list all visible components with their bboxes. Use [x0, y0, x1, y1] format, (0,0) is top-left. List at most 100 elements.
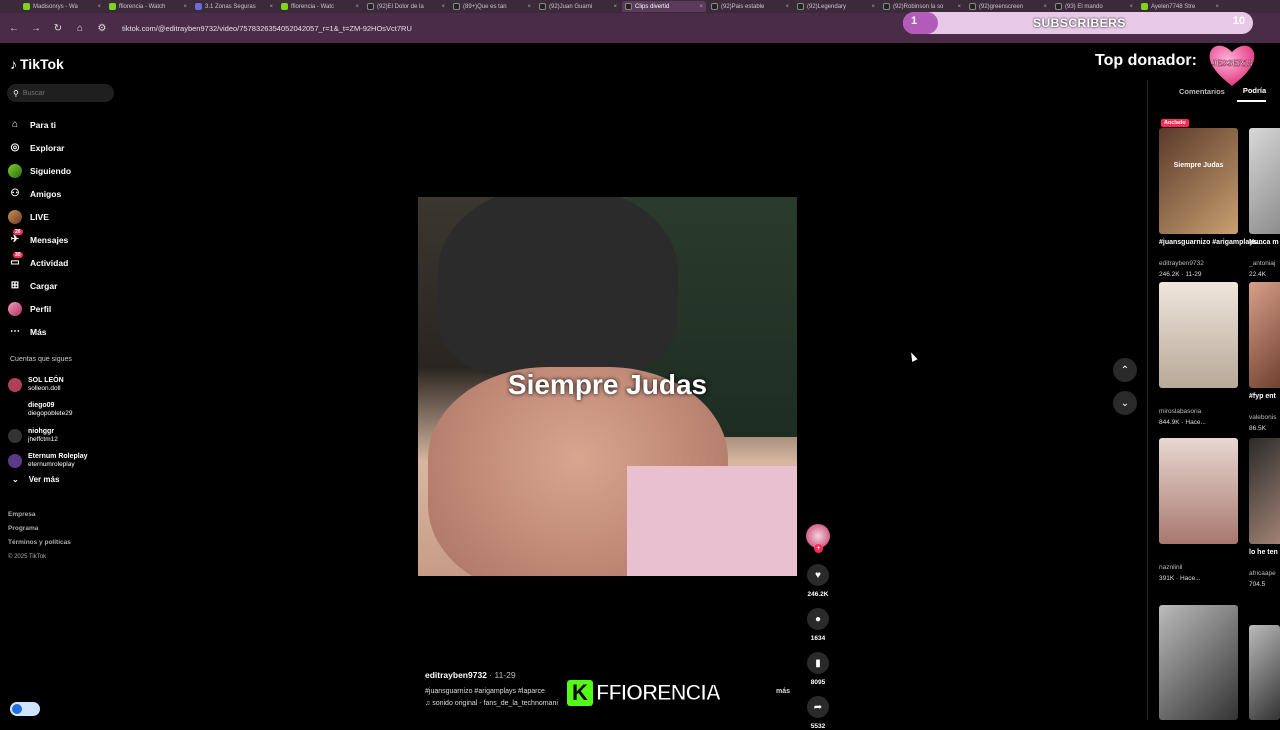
close-tab-icon[interactable]: × — [183, 4, 187, 10]
close-tab-icon[interactable]: × — [97, 4, 101, 10]
tiktok-favicon-icon — [711, 3, 718, 10]
browser-tab-label: (93) El mando — [1065, 3, 1103, 10]
nav-item-explorar[interactable]: ◎ Explorar — [8, 136, 118, 159]
recommendation-caption[interactable]: #fyp ent — [1249, 391, 1280, 402]
nav-item-label: Perfil — [30, 303, 52, 314]
recommendation-caption[interactable]: Nunca m aprende — [1249, 237, 1280, 248]
close-tab-icon[interactable]: × — [785, 4, 789, 10]
close-tab-icon[interactable]: × — [1043, 4, 1047, 10]
browser-tab[interactable]: (92)Robinson la so × — [880, 1, 964, 12]
following-item[interactable]: SOL LEÓN solleon.doll — [8, 372, 118, 398]
recommendation-user[interactable]: africaape — [1249, 570, 1280, 577]
url-text[interactable]: tiktok.com/@editrayben9732/video/7578326… — [122, 24, 412, 33]
browser-tab-label: Ayelen7748 Stre — [1151, 3, 1196, 10]
more-button[interactable]: más — [776, 688, 790, 695]
nav-item-siguiendo[interactable]: Siguiendo — [8, 159, 118, 182]
tiktok-logo[interactable]: ♪ TikTok — [10, 56, 64, 72]
recommendation-thumbnail[interactable] — [1159, 438, 1238, 544]
see-more-button[interactable]: ⌄ Ver más — [12, 475, 59, 484]
close-tab-icon[interactable]: × — [871, 4, 875, 10]
recommendation-thumbnail[interactable] — [1249, 128, 1280, 234]
close-tab-icon[interactable]: × — [957, 4, 961, 10]
following-item[interactable]: niohggr jheffctm12 — [8, 423, 118, 449]
following-item[interactable]: diego09 diegopoblete29 — [8, 398, 118, 424]
recommendation-thumbnail[interactable] — [1249, 625, 1280, 720]
browser-tab[interactable]: Madisonrys - Wa × — [20, 1, 104, 12]
video-tags[interactable]: #juansguarnizo #arigamplays #laparce — [425, 688, 545, 695]
comment-count: 1634 — [810, 635, 826, 642]
browser-tab[interactable]: (92)El Dolor de la × — [364, 1, 448, 12]
tiktok-favicon-icon — [1055, 3, 1062, 10]
forward-icon[interactable]: → — [30, 23, 42, 34]
avatar — [8, 377, 22, 392]
browser-tab-label: 3.1 Zonas Seguras — [205, 3, 256, 10]
browser-tab[interactable]: (92)Legendary × — [794, 1, 878, 12]
browser-tab[interactable]: Clips divertid × — [622, 1, 706, 12]
author-avatar[interactable]: + — [806, 524, 830, 553]
recommendation-thumbnail[interactable] — [1249, 438, 1280, 544]
close-tab-icon[interactable]: × — [1215, 4, 1219, 10]
nav-item-live[interactable]: LIVE — [8, 205, 118, 228]
footer-link-program[interactable]: Programa — [8, 522, 71, 536]
following-name: niohggr — [28, 427, 55, 435]
browser-tab[interactable]: (93) El mando × — [1052, 1, 1136, 12]
comment-icon[interactable]: ● — [807, 608, 829, 630]
nav-item-perfil[interactable]: Perfil — [8, 297, 118, 320]
browser-tab[interactable]: 3.1 Zonas Seguras × — [192, 1, 276, 12]
footer-link-company[interactable]: Empresa — [8, 508, 71, 522]
nav-item-cargar[interactable]: ⊞ Cargar — [8, 274, 118, 297]
nav-item-parati[interactable]: ⌂ Para ti — [8, 113, 118, 136]
next-video-button[interactable]: ⌄ — [1113, 391, 1137, 415]
search-input[interactable] — [22, 89, 103, 97]
extension-toggle[interactable] — [10, 702, 40, 716]
close-tab-icon[interactable]: × — [355, 4, 359, 10]
nav-item-mensajes[interactable]: ✈ 26 Mensajes — [8, 228, 118, 251]
browser-tab[interactable]: ffiorencia - Watc × — [278, 1, 362, 12]
recommendation-user[interactable]: valebonis — [1249, 414, 1280, 421]
close-tab-icon[interactable]: × — [441, 4, 445, 10]
close-tab-icon[interactable]: × — [269, 4, 273, 10]
recommendation-thumbnail[interactable] — [1249, 282, 1280, 388]
recommendation-user[interactable]: _antoniaj — [1249, 260, 1280, 267]
site-info-icon[interactable]: ⚙ — [96, 23, 108, 34]
search-box[interactable]: ⚲ — [7, 84, 114, 102]
close-tab-icon[interactable]: × — [1129, 4, 1133, 10]
browser-tab-label: (92)Juan Guarni — [549, 3, 593, 10]
home-icon[interactable]: ⌂ — [74, 23, 86, 34]
nav-item-actividad[interactable]: ▭ 30 Actividad — [8, 251, 118, 274]
browser-tab[interactable]: (92)greenscreen × — [966, 1, 1050, 12]
bookmark-icon[interactable]: ▮ — [807, 652, 829, 674]
following-handle: diegopoblete29 — [28, 410, 73, 418]
close-tab-icon[interactable]: × — [527, 4, 531, 10]
recommendation-thumbnail[interactable] — [1159, 605, 1238, 720]
video-player[interactable]: Siempre Judas — [418, 197, 797, 576]
nav-item-ms[interactable]: ⋯ Más — [8, 320, 118, 343]
see-more-label: Ver más — [28, 475, 60, 484]
reload-icon[interactable]: ↻ — [52, 23, 64, 34]
tab-comments[interactable]: Comentarios — [1148, 80, 1237, 102]
browser-tab[interactable]: (92)Pais estable × — [708, 1, 792, 12]
browser-tab[interactable]: ffiorencia - Watch × — [106, 1, 190, 12]
tab-might-like[interactable]: Podría — [1236, 80, 1267, 102]
close-tab-icon[interactable]: × — [699, 4, 703, 10]
following-item[interactable]: Eternum Roleplay eternumroleplay — [8, 449, 118, 475]
browser-tab-label: ffiorencia - Watc — [291, 3, 335, 10]
recommendation-caption[interactable]: lo he ten volver a — [1249, 547, 1280, 558]
share-icon[interactable]: ➦ — [807, 696, 829, 718]
recommendation-thumbnail[interactable] — [1159, 282, 1238, 388]
back-icon[interactable]: ← — [8, 23, 20, 34]
mouse-cursor-icon — [908, 351, 918, 362]
browser-tab[interactable]: (92)Juan Guarni × — [536, 1, 620, 12]
notification-badge: 26 — [13, 228, 23, 235]
footer-link-terms[interactable]: Términos y políticas — [8, 536, 71, 550]
previous-video-button[interactable]: ⌃ — [1113, 358, 1137, 382]
close-tab-icon[interactable]: × — [613, 4, 617, 10]
like-icon[interactable]: ♥ — [807, 564, 829, 586]
recommendation-thumbnail[interactable]: Siempre Judas — [1159, 128, 1238, 234]
browser-tab[interactable]: (89+)Que es tan × — [450, 1, 534, 12]
video-author[interactable]: editrayben9732 — [425, 670, 487, 680]
nav-item-amigos[interactable]: ⚇ Amigos — [8, 182, 118, 205]
browser-tab-label: (92)Legendary — [807, 3, 847, 10]
follow-plus-icon[interactable]: + — [814, 544, 823, 553]
browser-tab[interactable]: Ayelen7748 Stre × — [1138, 1, 1222, 12]
